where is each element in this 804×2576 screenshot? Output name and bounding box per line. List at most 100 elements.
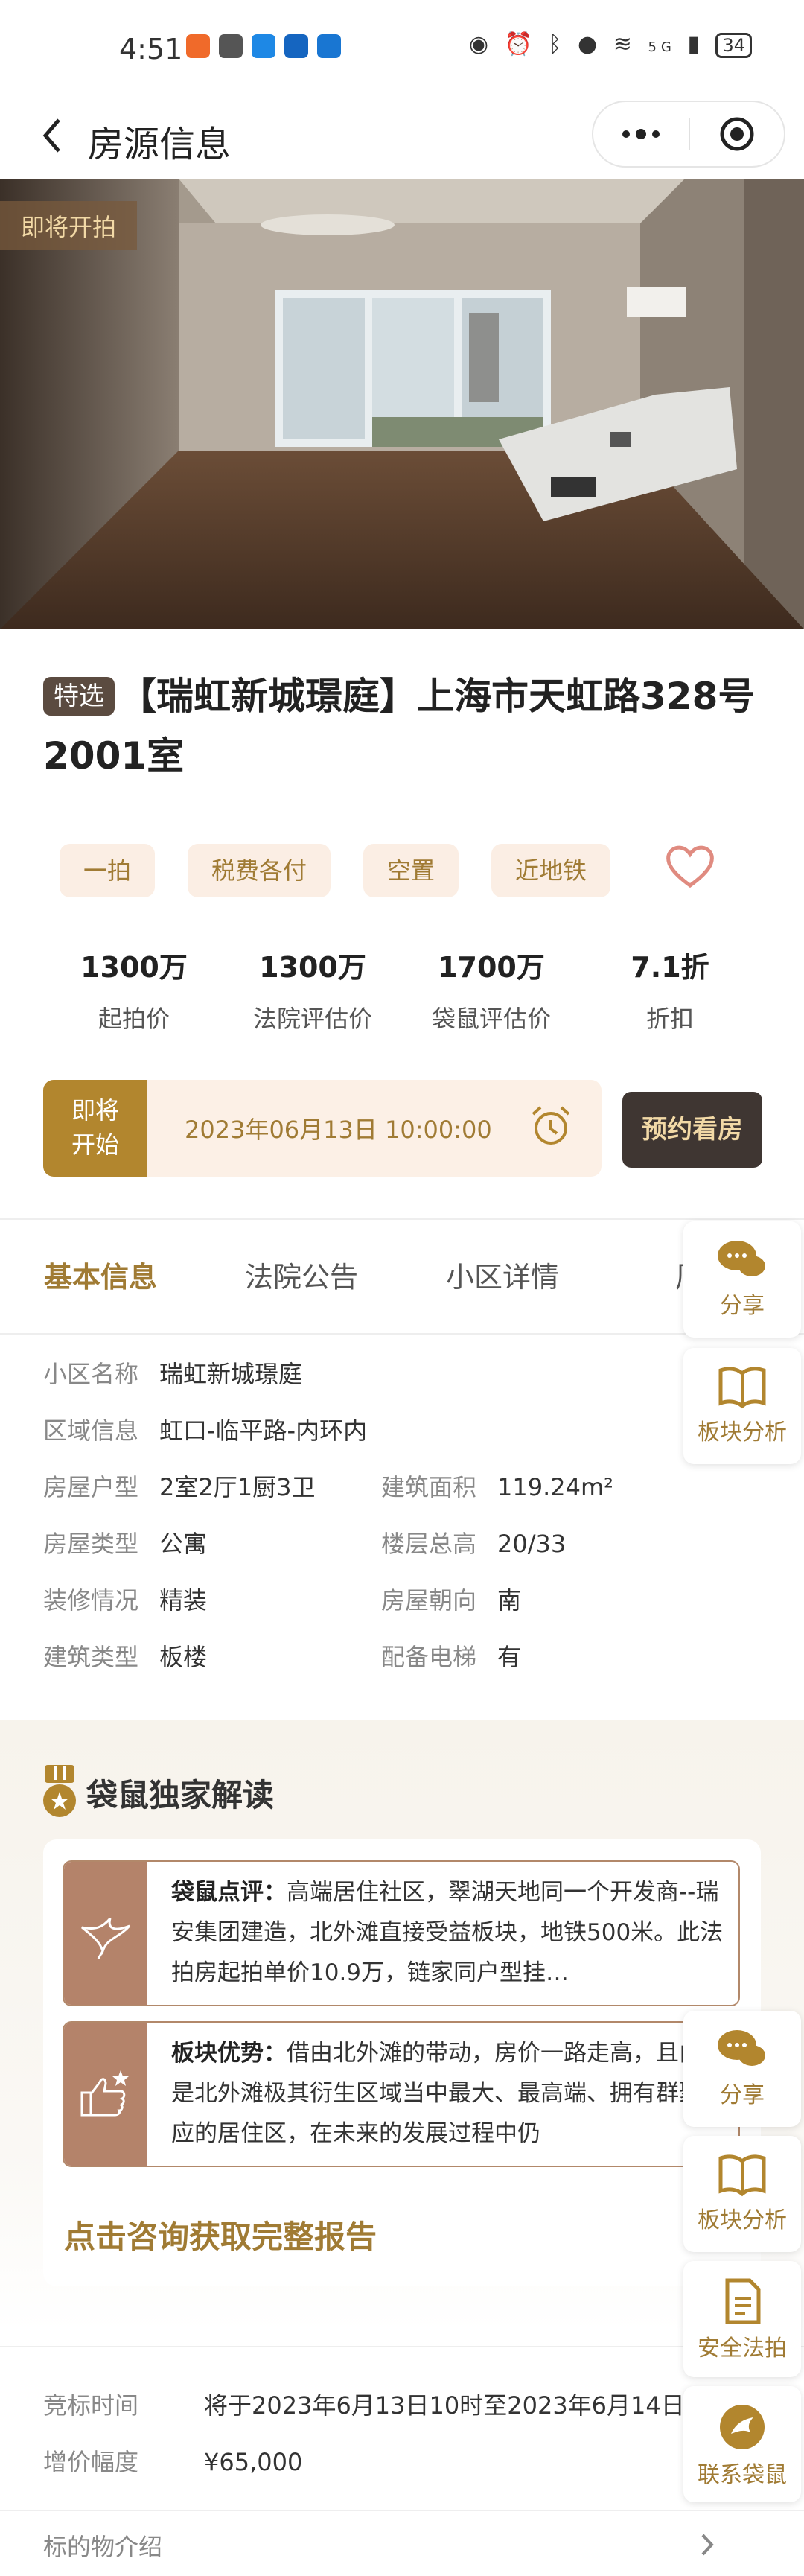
- app-notification-icon: [317, 34, 341, 58]
- info-label: 区域信息: [43, 1416, 139, 1445]
- app-notification-icon: [284, 34, 308, 58]
- block-analysis-button-secondary[interactable]: 板块分析: [683, 2136, 801, 2252]
- stat-court-valuation: 1300万 法院评估价: [223, 944, 402, 1034]
- tab-community-details[interactable]: 小区详情: [402, 1221, 603, 1333]
- stat-start-price: 1300万 起拍价: [45, 944, 223, 1034]
- section-divider: [0, 1333, 804, 1335]
- location-icon: ●: [578, 31, 602, 57]
- block-analysis-label: 板块分析: [698, 1419, 787, 1446]
- price-stats: 1300万 起拍价 1300万 法院评估价 1700万 袋鼠评估价 7.1折 折…: [45, 944, 759, 1034]
- info-label: 房屋朝向: [381, 1586, 477, 1615]
- chat-bubbles-icon: [718, 1241, 765, 1276]
- chevron-right-icon: [701, 2534, 714, 2556]
- section-divider: [0, 2510, 804, 2511]
- safe-auction-button[interactable]: 安全法拍: [683, 2261, 801, 2377]
- info-label: 建筑类型: [43, 1643, 139, 1671]
- section-divider: [0, 1218, 804, 1220]
- share-label: 分享: [720, 2082, 765, 2108]
- signal-icon: ▮: [687, 31, 704, 57]
- wechat-icon: [219, 34, 243, 58]
- exclusive-card[interactable]: 袋鼠点评：高端居住社区，翠湖天地同一个开发商--瑞安集团建造，北外滩直接受益板块…: [43, 1839, 761, 2286]
- subject-intro-link[interactable]: 标的物介绍: [43, 2528, 162, 2563]
- book-viewing-button[interactable]: 预约看房: [622, 1092, 762, 1168]
- reminder-button[interactable]: [527, 1102, 575, 1153]
- share-label: 分享: [720, 1293, 765, 1319]
- bird-icon: [81, 1918, 131, 1959]
- share-button[interactable]: 分享: [683, 1221, 801, 1338]
- bid-time-row: 竞标时间 将于2023年6月13日10时至2023年6月14日10时: [43, 2387, 738, 2424]
- auction-start-time: 2023年06月13日 10:00:00: [185, 1116, 492, 1144]
- bid-increment-value: ¥65,000: [204, 2448, 303, 2476]
- miniprogram-capsule: [592, 101, 785, 168]
- open-book-icon: [718, 1367, 766, 1409]
- more-button[interactable]: [593, 102, 689, 166]
- status-time: 4:51: [119, 33, 183, 66]
- info-value: 瑞虹新城璟庭: [159, 1360, 303, 1388]
- property-photo[interactable]: 即将开拍: [0, 179, 804, 629]
- info-value: 20/33: [497, 1530, 567, 1558]
- document-icon: [725, 2278, 761, 2324]
- bid-increment-label: 增价幅度: [43, 2448, 139, 2476]
- info-row: 房屋户型 2室2厅1厨3卫: [43, 1469, 315, 1506]
- stat-kangaroo-valuation: 1700万 袋鼠评估价: [402, 944, 581, 1034]
- tab-surroundings[interactable]: 周边: [603, 1221, 685, 1333]
- stat-label: 折扣: [645, 1005, 694, 1033]
- info-row: 区域信息 虹口-临平路-内环内: [43, 1412, 367, 1449]
- stat-value: 1300万: [259, 951, 366, 984]
- wifi-icon: ≋: [613, 31, 636, 57]
- get-full-report-link[interactable]: 点击咨询获取完整报告: [64, 2212, 377, 2257]
- property-tags: 一拍 税费各付 空置 近地铁: [60, 844, 716, 897]
- tag-metro: 近地铁: [491, 844, 611, 897]
- block-analysis-label: 板块分析: [698, 2207, 787, 2233]
- stat-value: 1700万: [438, 951, 545, 984]
- advantage-label: 板块优势：: [171, 2040, 287, 2067]
- subject-intro-arrow[interactable]: [700, 2532, 715, 2560]
- review-text: 袋鼠点评：高端居住社区，翠湖天地同一个开发商--瑞安集团建造，北外滩直接受益板块…: [171, 1872, 737, 1993]
- tag-vacant: 空置: [363, 844, 459, 897]
- target-icon: [720, 117, 754, 151]
- info-row: 配备电梯有: [381, 1638, 521, 1676]
- tab-basic-info[interactable]: 基本信息: [0, 1221, 201, 1333]
- kangaroo-avatar-icon: [720, 2405, 765, 2449]
- info-value: 板楼: [159, 1643, 208, 1671]
- info-value: 精装: [159, 1586, 208, 1615]
- info-label: 配备电梯: [381, 1643, 477, 1671]
- info-label: 楼层总高: [381, 1530, 477, 1558]
- favorite-button[interactable]: [664, 842, 716, 893]
- exclusive-header: 袋鼠独家解读: [42, 1765, 274, 1820]
- medal-icon: [43, 1765, 76, 1817]
- stat-value: 1300万: [80, 951, 188, 984]
- share-button-secondary[interactable]: 分享: [683, 2011, 801, 2127]
- info-row: 建筑类型 板楼: [43, 1638, 207, 1676]
- review-block: 袋鼠点评：高端居住社区，翠湖天地同一个开发商--瑞安集团建造，北外滩直接受益板块…: [63, 1860, 740, 2006]
- eye-icon: ◉: [468, 31, 494, 57]
- info-row: 建筑面积 119.24m²: [381, 1469, 613, 1506]
- status-bar: 4:51 ◉ ⏰ ᛒ ● ≋ 5G ▮ 34: [0, 0, 804, 97]
- block-analysis-button[interactable]: 板块分析: [683, 1348, 801, 1464]
- close-miniprogram-button[interactable]: [690, 102, 784, 166]
- countdown-status-line: 即将: [71, 1096, 119, 1125]
- info-row: 房屋类型 公寓: [43, 1525, 207, 1562]
- tag-tax: 税费各付: [188, 844, 331, 897]
- info-value: 南: [497, 1586, 522, 1615]
- app-notification-icon: [186, 34, 210, 58]
- status-system-icons: ◉ ⏰ ᛒ ● ≋ 5G ▮ 34: [469, 31, 752, 58]
- info-row: 装修情况 精装: [43, 1582, 207, 1619]
- network-label: 5G: [648, 39, 676, 55]
- stat-value: 7.1折: [631, 951, 709, 984]
- battery-icon: 34: [715, 32, 752, 58]
- nav-bar: 房源信息: [0, 97, 804, 179]
- back-button[interactable]: [30, 113, 74, 158]
- contact-kangaroo-button[interactable]: 联系袋鼠: [683, 2386, 801, 2502]
- info-value: 有: [497, 1643, 522, 1671]
- advantage-text: 板块优势：借由北外滩的带动，房价一路走高，且由于是北外滩极其衍生区域当中最大、最…: [171, 2033, 737, 2154]
- info-value: 虹口-临平路-内环内: [159, 1416, 368, 1445]
- tab-court-notice[interactable]: 法院公告: [201, 1221, 402, 1333]
- stat-label: 袋鼠评估价: [431, 1005, 551, 1033]
- info-value: 公寓: [159, 1530, 208, 1558]
- detail-tabs: 基本信息 法院公告 小区详情 周边: [0, 1221, 685, 1333]
- property-title-block: 特选 【瑞虹新城璟庭】上海市天虹路328号2001室: [43, 667, 773, 786]
- countdown-status: 即将 开始: [43, 1080, 147, 1177]
- countdown-status-line: 开始: [71, 1130, 119, 1159]
- review-label: 袋鼠点评：: [171, 1879, 287, 1906]
